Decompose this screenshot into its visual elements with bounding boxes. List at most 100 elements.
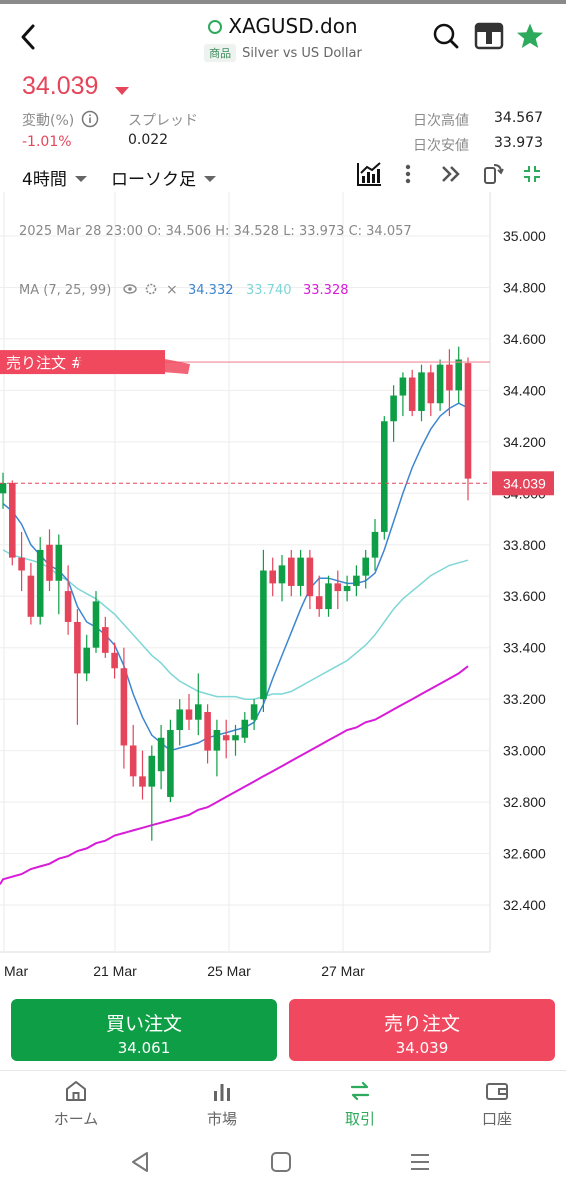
system-recents-button[interactable] — [408, 1150, 432, 1178]
info-icon — [81, 110, 99, 128]
candle-body — [64, 591, 72, 622]
ma-value-2: 33.740 — [246, 283, 292, 298]
nav-home[interactable]: ホーム — [6, 1078, 146, 1129]
clock-icon — [208, 20, 223, 34]
layout-button[interactable] — [474, 22, 504, 54]
candle-body — [390, 395, 397, 422]
candle-body — [157, 737, 165, 772]
star-icon — [517, 23, 543, 48]
search-button[interactable] — [432, 22, 460, 54]
change-label: 変動(%) — [22, 113, 75, 129]
down-arrow-icon — [115, 87, 129, 95]
current-price: 34.039 — [22, 72, 99, 100]
caret-down-icon — [74, 176, 87, 182]
change-value: -1.01% — [22, 134, 72, 150]
order-line-label: 売り注文 # — [6, 354, 83, 372]
candle-body — [436, 364, 444, 404]
more-options-button[interactable] — [400, 162, 416, 190]
fullscreen-button[interactable] — [522, 164, 542, 188]
candle-body — [464, 363, 472, 479]
timeframe-dropdown[interactable]: 4時間 — [22, 165, 87, 190]
candle-body — [418, 372, 425, 411]
candle-body — [250, 704, 258, 720]
timeframe-value: 4時間 — [22, 170, 67, 190]
candle-body — [455, 359, 462, 391]
sell-order-button[interactable]: 売り注文 34.039 — [289, 999, 555, 1061]
favorite-button[interactable] — [515, 22, 545, 54]
candle-body — [343, 585, 351, 592]
candle-body — [260, 570, 267, 700]
symbol-description: Silver vs US Dollar — [242, 46, 362, 61]
caret-down-icon — [204, 176, 216, 182]
buy-order-button[interactable]: 買い注文 34.061 — [11, 999, 277, 1061]
indicators-button[interactable] — [355, 160, 383, 192]
candle-body — [315, 596, 323, 610]
y-tick-label: 34.600 — [503, 331, 546, 347]
candle-body — [371, 531, 379, 558]
buy-price: 34.061 — [117, 1039, 171, 1057]
candle-body — [148, 755, 156, 787]
candle-body — [0, 483, 7, 494]
y-tick-label: 32.400 — [503, 897, 546, 913]
info-button[interactable] — [81, 110, 99, 132]
price-chart[interactable]: 35.00034.80034.60034.40034.20034.00033.8… — [0, 192, 566, 992]
candle-body — [55, 544, 63, 581]
y-tick-label: 33.200 — [503, 691, 546, 707]
nav-trade[interactable]: 取引 — [290, 1078, 430, 1129]
daily-high-value: 34.567 — [494, 110, 543, 126]
candle-body — [74, 621, 81, 674]
eye-icon — [123, 284, 137, 294]
candle-body — [36, 549, 44, 617]
candle-body — [120, 668, 128, 746]
category-tag: 商品 — [204, 44, 237, 62]
status-bar-strip — [0, 0, 566, 4]
x-tick-label: 27 Mar — [321, 963, 365, 979]
sell-price: 34.039 — [395, 1039, 449, 1057]
candle-body — [9, 483, 16, 558]
ohlc-info: 2025 Mar 28 23:00 O: 34.506 H: 34.528 L:… — [19, 224, 412, 239]
candle-body — [408, 377, 416, 411]
candle-body — [83, 647, 90, 674]
symbol-name: XAGUSD.don — [228, 14, 358, 38]
ma7-line — [2, 402, 469, 752]
candle-body — [185, 709, 193, 720]
y-tick-label: 33.000 — [503, 743, 546, 759]
candle-body — [204, 712, 211, 751]
candle-body — [46, 544, 53, 581]
y-tick-label: 34.400 — [503, 382, 546, 398]
gear-icon — [145, 283, 157, 295]
menu-lines-icon — [411, 1154, 429, 1170]
candle-body — [92, 601, 100, 648]
nav-account-label: 口座 — [481, 1110, 512, 1128]
x-tick-label: 21 Mar — [93, 963, 137, 979]
candle-body — [334, 583, 342, 592]
nav-markets[interactable]: 市場 — [152, 1078, 292, 1129]
candle-body — [427, 372, 435, 404]
bar-chart-icon — [214, 1084, 230, 1101]
rotate-screen-button[interactable] — [482, 162, 504, 190]
home-icon — [66, 1081, 86, 1101]
chart-style-dropdown[interactable]: ローソク足 — [111, 165, 216, 190]
close-icon: × — [166, 282, 178, 298]
candle-body — [176, 709, 183, 731]
candle-body — [195, 704, 202, 720]
candle-body — [353, 575, 360, 586]
candle-body — [381, 421, 388, 532]
y-tick-label: 32.600 — [503, 846, 546, 862]
system-home-button[interactable] — [269, 1150, 293, 1178]
x-tick-label: 25 Mar — [207, 963, 251, 979]
swap-icon — [350, 1081, 370, 1101]
nav-account[interactable]: 口座 — [427, 1078, 566, 1129]
candle-body — [446, 364, 453, 391]
candle-body — [111, 652, 118, 669]
wallet-icon — [486, 1083, 508, 1100]
candle-body — [362, 557, 369, 576]
scroll-latest-button[interactable] — [440, 164, 462, 188]
candle-body — [18, 557, 25, 571]
system-back-button[interactable] — [128, 1150, 152, 1178]
more-vertical-icon — [405, 164, 411, 184]
candle-body — [306, 557, 314, 597]
y-tick-label: 34.800 — [503, 279, 546, 295]
spread-label: スプレッド — [128, 113, 198, 129]
nav-trade-label: 取引 — [344, 1110, 375, 1128]
